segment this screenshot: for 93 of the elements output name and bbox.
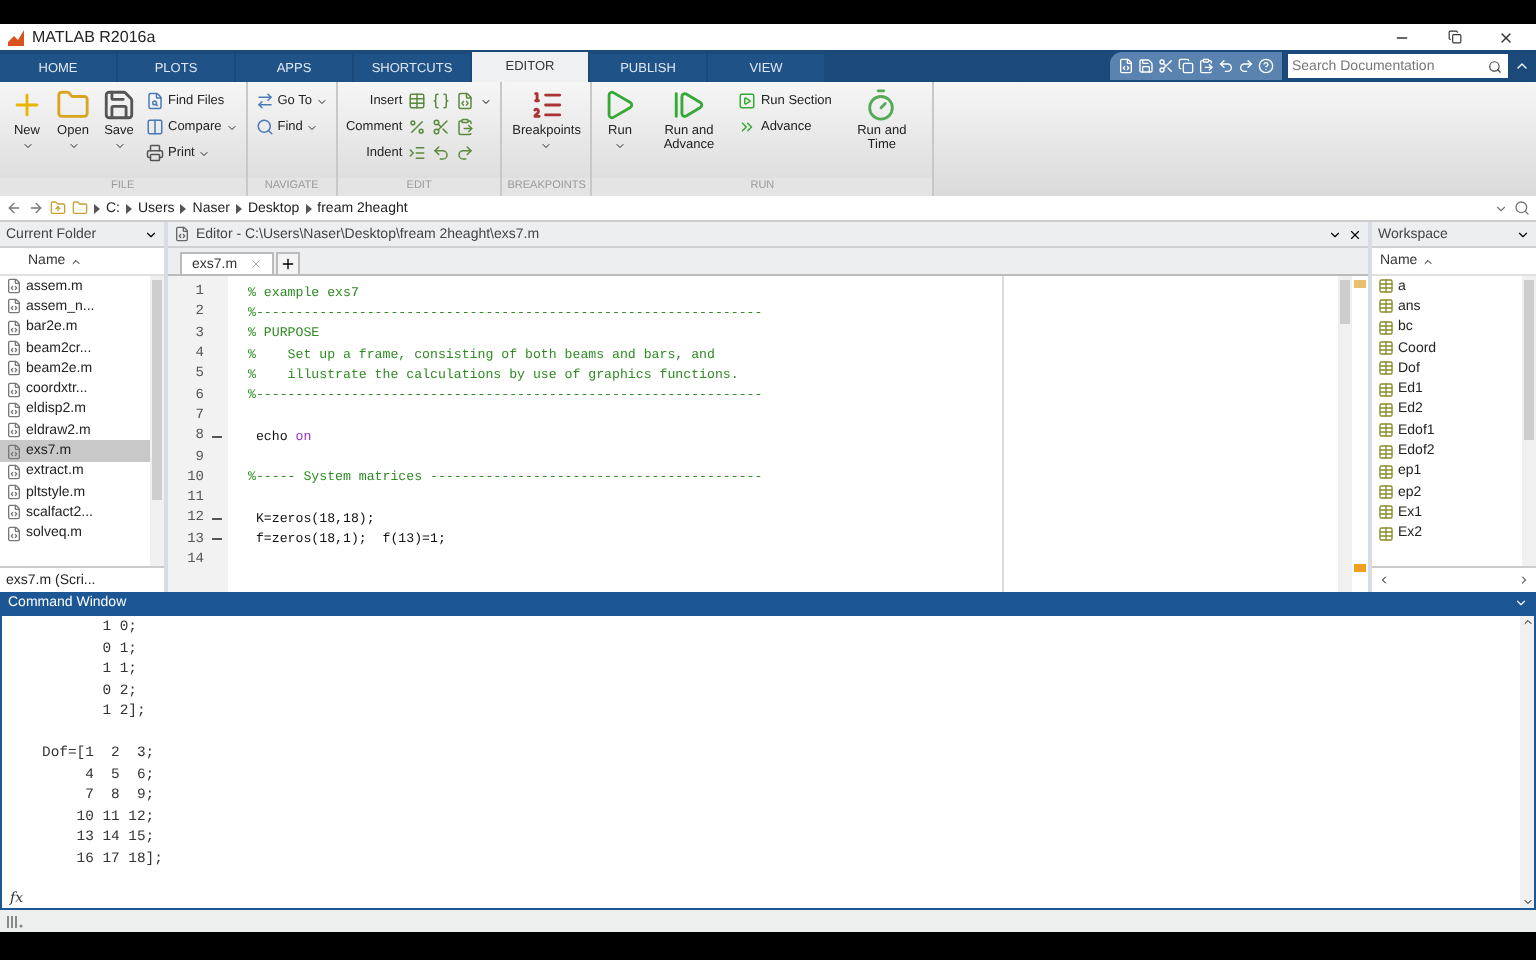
file-icon bbox=[6, 443, 22, 460]
search-icon[interactable] bbox=[1488, 59, 1502, 73]
panel-menu-icon[interactable] bbox=[1516, 227, 1530, 241]
panel-menu-icon[interactable] bbox=[1514, 596, 1528, 610]
separator-icon bbox=[180, 203, 187, 213]
grid-icon bbox=[1378, 525, 1394, 542]
percent-icon[interactable] bbox=[408, 118, 427, 136]
timer-icon bbox=[864, 88, 899, 122]
window-title: MATLAB R2016a bbox=[32, 28, 158, 46]
folder-icon[interactable] bbox=[72, 200, 88, 216]
collapse-icon[interactable] bbox=[1514, 58, 1530, 74]
close-icon[interactable] bbox=[1348, 227, 1362, 241]
file-icon bbox=[6, 484, 22, 501]
help-icon[interactable] bbox=[1258, 58, 1274, 74]
scroll-left-icon[interactable] bbox=[1378, 574, 1390, 586]
separator-icon bbox=[94, 203, 100, 213]
file-search-icon bbox=[146, 92, 164, 110]
scrollbar[interactable] bbox=[1520, 616, 1534, 908]
redo-icon[interactable] bbox=[1238, 58, 1254, 74]
step-forward-icon bbox=[671, 88, 706, 122]
table-icon[interactable] bbox=[408, 92, 427, 110]
play-square-icon bbox=[738, 92, 757, 110]
new-tab-button[interactable] bbox=[275, 252, 300, 274]
grid-icon bbox=[1378, 401, 1394, 418]
restore-icon[interactable] bbox=[1447, 30, 1461, 44]
grid-icon bbox=[1378, 278, 1394, 295]
grid-icon bbox=[1378, 484, 1394, 501]
scissors-icon[interactable] bbox=[432, 118, 451, 136]
file-icon bbox=[6, 504, 22, 521]
file-icon bbox=[6, 340, 22, 357]
forward-arrow-icon[interactable] bbox=[28, 200, 44, 216]
grid-icon bbox=[1378, 422, 1394, 439]
redo-icon[interactable] bbox=[456, 144, 475, 162]
scrollbar[interactable] bbox=[1522, 276, 1536, 566]
printer-icon bbox=[146, 144, 164, 162]
panel-menu-icon[interactable] bbox=[144, 227, 158, 241]
file-icon bbox=[6, 525, 22, 542]
grid-icon bbox=[1378, 360, 1394, 377]
grid-icon bbox=[1378, 463, 1394, 480]
scroll-right-icon[interactable] bbox=[1518, 574, 1530, 586]
double-chevron-icon bbox=[738, 118, 757, 136]
copy-icon[interactable] bbox=[1178, 58, 1194, 74]
dropdown-icon[interactable] bbox=[1494, 201, 1508, 215]
braces-icon[interactable] bbox=[432, 92, 451, 110]
file-icon bbox=[6, 319, 22, 336]
grid-icon bbox=[1378, 381, 1394, 398]
undo-icon[interactable] bbox=[432, 144, 451, 162]
arrows-icon bbox=[255, 92, 274, 110]
search-icon bbox=[255, 118, 274, 136]
sort-icon bbox=[69, 255, 82, 267]
separator-icon bbox=[235, 203, 242, 213]
separator-icon bbox=[126, 203, 132, 213]
editor-icon bbox=[174, 226, 190, 242]
plus-icon bbox=[10, 88, 44, 122]
file-icon bbox=[6, 381, 22, 398]
back-arrow-icon[interactable] bbox=[6, 200, 22, 216]
clipboard-icon[interactable] bbox=[456, 118, 475, 136]
scrollbar[interactable] bbox=[1338, 276, 1352, 592]
plus-icon bbox=[279, 256, 296, 272]
file-icon bbox=[6, 463, 22, 480]
grid-icon bbox=[1378, 340, 1394, 357]
scroll-up-icon[interactable] bbox=[1521, 616, 1533, 628]
scrollbar[interactable] bbox=[150, 276, 164, 566]
close-icon[interactable] bbox=[1498, 29, 1514, 45]
file-icon bbox=[6, 360, 22, 377]
file-icon bbox=[6, 422, 22, 439]
warning-marker-icon[interactable] bbox=[1354, 564, 1366, 572]
grid-icon bbox=[1378, 298, 1394, 315]
list-icon bbox=[529, 88, 564, 122]
save-icon[interactable] bbox=[1138, 58, 1154, 74]
play-icon bbox=[602, 88, 637, 122]
scroll-down-icon[interactable] bbox=[1521, 896, 1533, 908]
grid-icon bbox=[1378, 443, 1394, 460]
sort-icon bbox=[1421, 255, 1434, 267]
indent-icon[interactable] bbox=[408, 144, 427, 162]
status-marker-icon bbox=[1354, 280, 1366, 288]
panel-menu-icon[interactable] bbox=[1328, 227, 1342, 241]
grid-icon bbox=[1378, 319, 1394, 336]
file-icon bbox=[6, 401, 22, 418]
matlab-logo-icon bbox=[8, 29, 24, 45]
columns-icon bbox=[146, 118, 164, 136]
folder-icon bbox=[56, 88, 90, 122]
status-icon bbox=[6, 915, 24, 927]
file-icon[interactable] bbox=[456, 92, 475, 110]
undo-icon[interactable] bbox=[1218, 58, 1234, 74]
file-icon bbox=[6, 278, 22, 295]
search-icon[interactable] bbox=[1514, 200, 1530, 216]
cut-icon[interactable] bbox=[1158, 58, 1174, 74]
file-icon bbox=[6, 298, 22, 315]
folder-up-icon[interactable] bbox=[50, 200, 66, 216]
paste-icon[interactable] bbox=[1198, 58, 1214, 74]
separator-icon bbox=[305, 203, 312, 213]
grid-icon bbox=[1378, 504, 1394, 521]
